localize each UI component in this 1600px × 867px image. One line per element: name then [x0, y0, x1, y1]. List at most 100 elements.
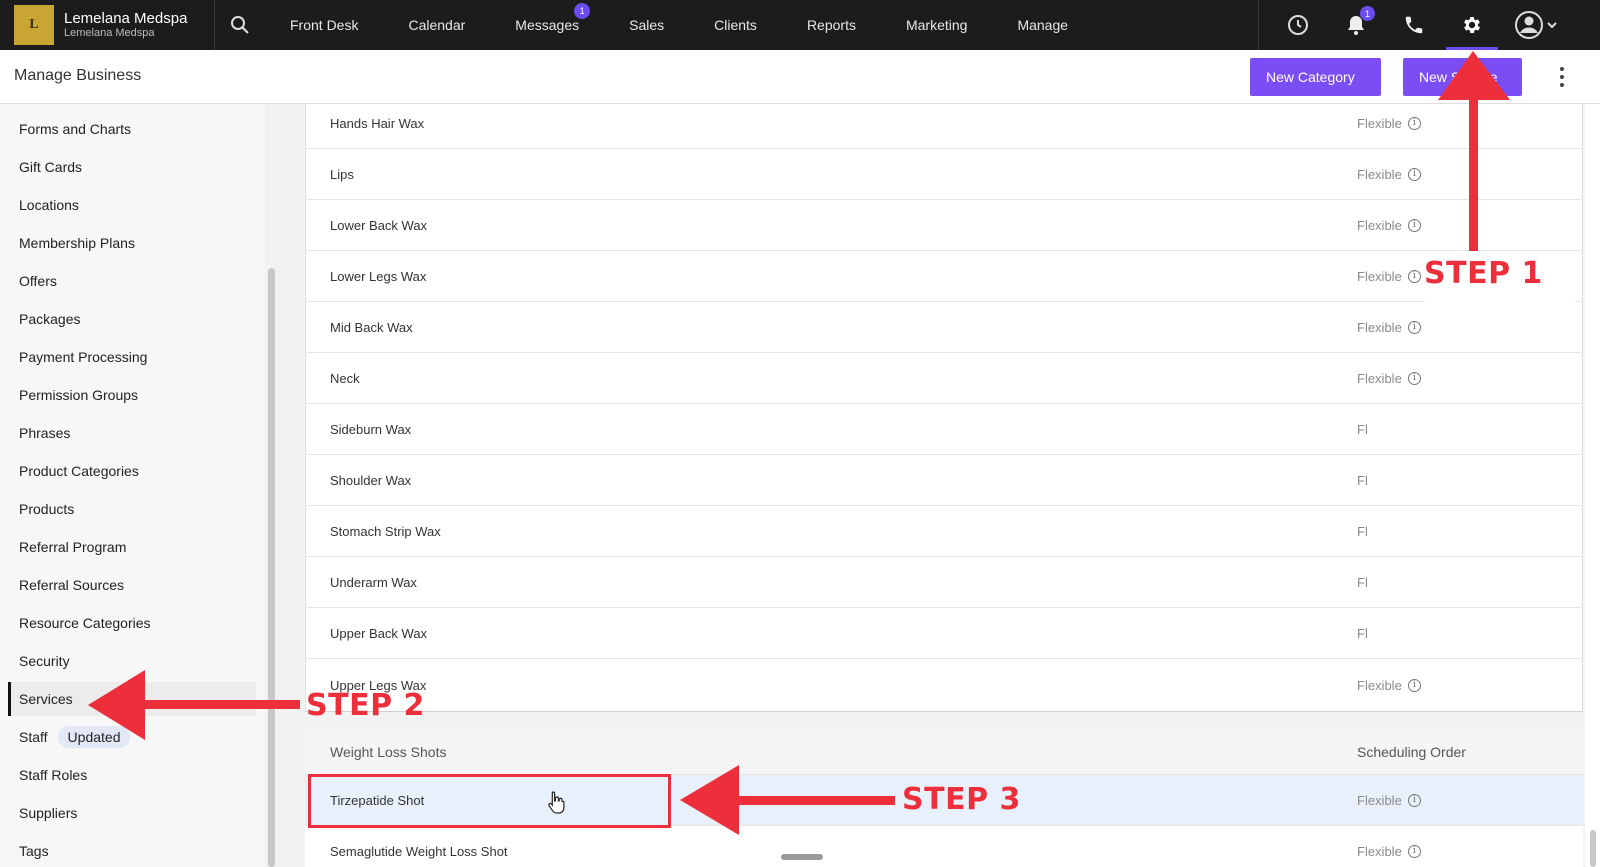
- nav-marketing[interactable]: Marketing: [881, 0, 992, 50]
- table-row[interactable]: Sideburn Wax Fl: [305, 404, 1583, 455]
- service-name: Shoulder Wax: [330, 472, 412, 488]
- scheduling-order: Flexible i: [1357, 218, 1421, 233]
- scheduling-order: Flexible i: [1357, 167, 1421, 182]
- service-name: Neck: [330, 370, 360, 386]
- table-row[interactable]: Shoulder Wax Fl: [305, 455, 1583, 506]
- sidebar-item-offers[interactable]: Offers: [8, 264, 256, 298]
- sidebar-item-locations[interactable]: Locations: [8, 188, 256, 222]
- sidebar-item-payment-processing[interactable]: Payment Processing: [8, 340, 256, 374]
- sidebar-item-phrases[interactable]: Phrases: [8, 416, 256, 450]
- table-row[interactable]: Upper Legs Wax Flexible i: [305, 659, 1583, 712]
- new-service-button[interactable]: New Service: [1403, 58, 1522, 96]
- top-navigation-bar: L Lemelana Medspa Lemelana Medspa Front …: [0, 0, 1600, 50]
- sidebar-item-forms-and-charts[interactable]: Forms and Charts: [8, 112, 256, 146]
- sidebar-item-referral-program[interactable]: Referral Program: [8, 530, 256, 564]
- table-row[interactable]: Stomach Strip Wax Fl: [305, 506, 1583, 557]
- scheduling-order: Flexible i: [1357, 269, 1421, 284]
- info-icon[interactable]: i: [1407, 269, 1421, 283]
- messages-badge: 1: [574, 3, 591, 19]
- table-row[interactable]: Mid Back Wax Flexible i: [305, 302, 1583, 353]
- sidebar-item-referral-sources[interactable]: Referral Sources: [8, 568, 256, 602]
- table-row[interactable]: Semaglutide Weight Loss Shot Flexible i: [305, 826, 1583, 867]
- brand-switcher[interactable]: L Lemelana Medspa Lemelana Medspa: [0, 0, 215, 50]
- sidebar-item-packages[interactable]: Packages: [8, 302, 256, 336]
- info-icon[interactable]: i: [1407, 218, 1421, 232]
- info-icon[interactable]: i: [1407, 371, 1421, 385]
- main-scrollbar[interactable]: [1590, 830, 1596, 867]
- table-row[interactable]: Lips Flexible i: [305, 149, 1583, 200]
- sidebar-item-permission-groups[interactable]: Permission Groups: [8, 378, 256, 412]
- info-icon[interactable]: i: [1407, 678, 1421, 692]
- service-name: Hands Hair Wax: [330, 115, 425, 131]
- services-list: Hands Hair Wax Flexible i Lips Flexible i Lo…: [305, 104, 1585, 867]
- sidebar-item-security[interactable]: Security: [8, 644, 256, 678]
- service-name: Lower Back Wax: [330, 217, 428, 233]
- sidebar-item-product-categories[interactable]: Product Categories: [8, 454, 256, 488]
- sidebar-item-gift-cards[interactable]: Gift Cards: [8, 150, 256, 184]
- table-row[interactable]: Hands Hair Wax Flexible i: [305, 104, 1583, 149]
- sidebar-item-products[interactable]: Products: [8, 492, 256, 526]
- phone-icon[interactable]: [1385, 0, 1443, 50]
- nav-sales[interactable]: Sales: [604, 0, 689, 50]
- scheduling-order: Flexible i: [1357, 793, 1421, 808]
- manage-sidebar: Forms and Charts Gift Cards Locations Me…: [0, 104, 265, 867]
- nav-reports[interactable]: Reports: [782, 0, 881, 50]
- sidebar-item-staff[interactable]: Staff Updated: [8, 720, 256, 754]
- service-name: Stomach Strip Wax: [330, 523, 441, 539]
- nav-clients[interactable]: Clients: [689, 0, 782, 50]
- scheduling-order: Flexible i: [1357, 320, 1421, 335]
- info-icon[interactable]: i: [1407, 320, 1421, 334]
- table-row[interactable]: Underarm Wax Fl: [305, 557, 1583, 608]
- brand-logo: L: [14, 5, 54, 45]
- table-row[interactable]: Lower Legs Wax Flexible i: [305, 251, 1583, 302]
- scheduling-order: Fl: [1357, 574, 1368, 590]
- sidebar-item-suppliers[interactable]: Suppliers: [8, 796, 256, 830]
- column-header-scheduling-order: Scheduling Order: [1357, 743, 1466, 760]
- settings-gear-icon[interactable]: [1443, 0, 1501, 50]
- service-name: Semaglutide Weight Loss Shot: [330, 843, 508, 859]
- info-icon[interactable]: i: [1407, 116, 1421, 130]
- sidebar-item-tags[interactable]: Tags: [8, 834, 256, 867]
- notifications-badge: 1: [1360, 6, 1375, 21]
- drag-handle[interactable]: [781, 854, 823, 860]
- scheduling-order: Flexible i: [1357, 678, 1421, 693]
- info-icon[interactable]: i: [1407, 167, 1421, 181]
- sidebar-item-services[interactable]: Services: [8, 682, 256, 716]
- sidebar-item-membership-plans[interactable]: Membership Plans: [8, 226, 256, 260]
- table-row[interactable]: Upper Back Wax Fl: [305, 608, 1583, 659]
- sidebar-item-resource-categories[interactable]: Resource Categories: [8, 606, 256, 640]
- sidebar-item-staff-roles[interactable]: Staff Roles: [8, 758, 256, 792]
- scheduling-order: Flexible i: [1357, 371, 1421, 386]
- more-options-icon[interactable]: [1555, 65, 1569, 89]
- service-name: Sideburn Wax: [330, 421, 412, 437]
- scheduling-order: Fl: [1357, 523, 1368, 539]
- clock-icon[interactable]: [1269, 0, 1327, 50]
- nav-calendar[interactable]: Calendar: [383, 0, 490, 50]
- info-icon[interactable]: i: [1407, 844, 1421, 858]
- service-name: Mid Back Wax: [330, 319, 413, 335]
- service-name: Underarm Wax: [330, 574, 417, 590]
- annotation-step-1: STEP 1: [1424, 256, 1543, 291]
- page-header: Manage Business New Category New Service: [0, 50, 1600, 104]
- table-row[interactable]: Neck Flexible i: [305, 353, 1583, 404]
- scheduling-order: Fl: [1357, 472, 1368, 488]
- scheduling-order: Flexible i: [1357, 116, 1421, 131]
- table-row[interactable]: Lower Back Wax Flexible i: [305, 200, 1583, 251]
- service-name: Lower Legs Wax: [330, 268, 427, 284]
- service-name: Upper Back Wax: [330, 625, 428, 641]
- search-icon[interactable]: [215, 0, 265, 50]
- service-name: Lips: [330, 166, 354, 182]
- updated-badge: Updated: [57, 726, 131, 748]
- main-nav: Front Desk Calendar Messages 1 Sales Clie…: [265, 0, 1093, 50]
- scheduling-order: Flexible i: [1357, 844, 1421, 859]
- info-icon[interactable]: i: [1407, 793, 1421, 807]
- sidebar-scrollbar[interactable]: [268, 268, 275, 867]
- brand-location: Lemelana Medspa: [64, 27, 155, 40]
- nav-front-desk[interactable]: Front Desk: [265, 0, 383, 50]
- account-menu[interactable]: [1501, 0, 1571, 50]
- nav-manage[interactable]: Manage: [992, 0, 1093, 50]
- nav-messages[interactable]: Messages 1: [490, 0, 604, 50]
- page-title: Manage Business: [14, 67, 142, 84]
- bell-icon[interactable]: 1: [1327, 0, 1385, 50]
- new-category-button[interactable]: New Category: [1250, 58, 1381, 96]
